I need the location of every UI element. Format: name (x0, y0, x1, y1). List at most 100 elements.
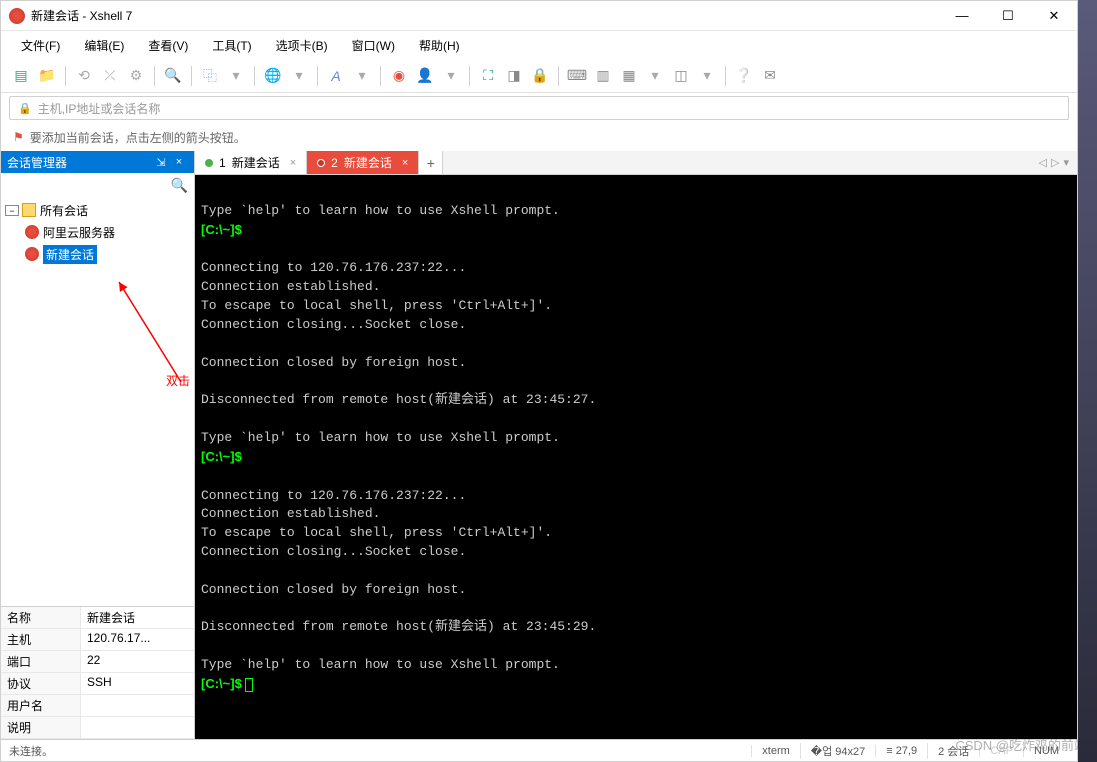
prop-row-name: 名称 新建会话 (1, 607, 194, 629)
app-window: 新建会话 - Xshell 7 — ☐ ✕ 文件(F) 编辑(E) 查看(V) … (0, 0, 1078, 762)
separator (380, 66, 381, 86)
status-size: �업 94x27 (800, 743, 875, 759)
properties-icon[interactable]: ⚙ (124, 64, 148, 88)
tree-session-aliyun[interactable]: 阿里云服务器 (1, 221, 194, 243)
folder-icon (22, 203, 36, 217)
fullscreen-icon[interactable]: ⛶ (476, 64, 500, 88)
xshell-icon[interactable]: ◉ (387, 64, 411, 88)
tab-add-button[interactable]: + (419, 151, 443, 174)
tree-session-new[interactable]: 新建会话 (1, 243, 194, 265)
menu-tabs[interactable]: 选项卡(B) (266, 33, 338, 58)
tab-prev-icon[interactable]: ◁ (1039, 156, 1047, 169)
prop-key: 用户名 (1, 695, 81, 716)
address-bar: 🔒 主机,IP地址或会话名称 (1, 93, 1077, 123)
tab-number: 2 (331, 156, 338, 170)
titlebar[interactable]: 新建会话 - Xshell 7 — ☐ ✕ (1, 1, 1077, 31)
desktop-background (1078, 0, 1097, 762)
font-icon[interactable]: A (324, 64, 348, 88)
open-session-icon[interactable]: 📁 (35, 64, 59, 88)
address-input[interactable]: 🔒 主机,IP地址或会话名称 (9, 96, 1069, 120)
separator (154, 66, 155, 86)
prop-val[interactable]: 22 (81, 651, 194, 672)
mail-icon[interactable]: ✉ (758, 64, 782, 88)
session-icon (25, 247, 39, 261)
status-connection: 未连接。 (9, 743, 751, 759)
prop-val[interactable] (81, 695, 194, 716)
separator (558, 66, 559, 86)
prop-key: 主机 (1, 629, 81, 650)
keyboard-icon[interactable]: ⌨ (565, 64, 589, 88)
prop-row-description: 说明 (1, 717, 194, 739)
menu-file[interactable]: 文件(F) (11, 33, 70, 58)
prop-key: 端口 (1, 651, 81, 672)
copy-icon[interactable]: ⿻ (198, 64, 222, 88)
layout-icon[interactable]: ◫ (669, 64, 693, 88)
sidebar-close-button[interactable]: × (170, 156, 188, 168)
lock-icon[interactable]: 🔒 (528, 64, 552, 88)
terminal[interactable]: Type `help' to learn how to use Xshell p… (195, 175, 1077, 739)
flag-icon: ⚑ (13, 130, 24, 144)
help-icon[interactable]: ❔ (732, 64, 756, 88)
tree-root-all-sessions[interactable]: − 所有会话 (1, 199, 194, 221)
app-logo-icon (9, 8, 25, 24)
user-icon[interactable]: 👤 (413, 64, 437, 88)
globe-icon[interactable]: 🌐 (261, 64, 285, 88)
menu-tools[interactable]: 工具(T) (202, 33, 261, 58)
separator (469, 66, 470, 86)
minimize-button[interactable]: — (939, 1, 985, 31)
tab-next-icon[interactable]: ▷ (1051, 156, 1059, 169)
prop-row-port: 端口 22 (1, 651, 194, 673)
search-icon[interactable]: 🔍 (171, 177, 188, 194)
maximize-button[interactable]: ☐ (985, 1, 1031, 31)
prop-val[interactable]: 新建会话 (81, 607, 194, 628)
collapse-icon[interactable]: − (5, 205, 19, 216)
separator (725, 66, 726, 86)
status-term-type: xterm (751, 745, 800, 757)
tree-label: 阿里云服务器 (43, 224, 115, 241)
prop-row-protocol: 协议 SSH (1, 673, 194, 695)
menu-view[interactable]: 查看(V) (138, 33, 198, 58)
tab-nav: ◁ ▷ ▾ (1031, 151, 1077, 174)
highlight-icon[interactable]: ▦ (617, 64, 641, 88)
prop-val[interactable]: SSH (81, 673, 194, 694)
tab-session-1[interactable]: 1 新建会话 × (195, 151, 307, 174)
search-icon[interactable]: 🔍 (161, 64, 185, 88)
dropdown-icon[interactable]: ▾ (350, 64, 374, 88)
dropdown-icon[interactable]: ▾ (643, 64, 667, 88)
tab-close-icon[interactable]: × (290, 157, 296, 169)
transparent-icon[interactable]: ◨ (502, 64, 526, 88)
dropdown-icon[interactable]: ▾ (287, 64, 311, 88)
tab-menu-icon[interactable]: ▾ (1063, 156, 1069, 169)
tab-number: 1 (219, 156, 226, 170)
session-tree: − 所有会话 阿里云服务器 新建会话 (1, 197, 194, 606)
menu-window[interactable]: 窗口(W) (342, 33, 405, 58)
dropdown-icon[interactable]: ▾ (695, 64, 719, 88)
prop-val[interactable]: 120.76.17... (81, 629, 194, 650)
status-dot-icon (205, 159, 213, 167)
compose-icon[interactable]: ▥ (591, 64, 615, 88)
tab-session-2[interactable]: 2 新建会话 × (307, 151, 419, 174)
menu-help[interactable]: 帮助(H) (409, 33, 470, 58)
prop-row-host: 主机 120.76.17... (1, 629, 194, 651)
tab-close-icon[interactable]: × (402, 157, 408, 169)
hint-bar: ⚑ 要添加当前会话，点击左侧的箭头按钮。 (1, 123, 1077, 151)
menu-edit[interactable]: 编辑(E) (74, 33, 134, 58)
reconnect-icon[interactable]: ⟲ (72, 64, 96, 88)
prop-val[interactable] (81, 717, 194, 738)
pin-button[interactable]: ⇲ (152, 156, 170, 169)
tab-label: 新建会话 (232, 154, 280, 171)
hint-text: 要添加当前会话，点击左侧的箭头按钮。 (30, 129, 246, 146)
disconnect-icon[interactable]: ⤫ (98, 64, 122, 88)
close-button[interactable]: ✕ (1031, 1, 1077, 31)
dropdown-icon[interactable]: ▾ (439, 64, 463, 88)
new-session-icon[interactable]: ▤ (9, 64, 33, 88)
address-placeholder: 主机,IP地址或会话名称 (38, 100, 161, 117)
prop-key: 协议 (1, 673, 81, 694)
status-session-count: 2 会话 (927, 743, 979, 759)
paste-icon[interactable]: ▾ (224, 64, 248, 88)
window-title: 新建会话 - Xshell 7 (31, 7, 939, 24)
session-manager-panel: 会话管理器 ⇲ × 🔍 − 所有会话 阿里云服务器 新建会 (1, 151, 195, 739)
status-cursor-pos: ≡ 27,9 (875, 745, 927, 757)
tree-label: 所有会话 (40, 202, 88, 219)
separator (254, 66, 255, 86)
